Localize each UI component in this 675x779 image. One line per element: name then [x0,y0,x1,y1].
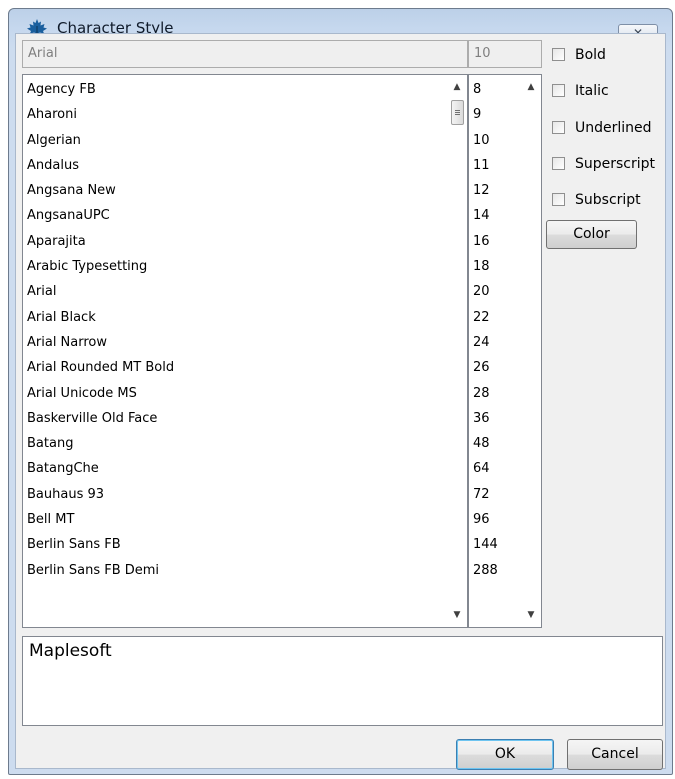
superscript-label: Superscript [575,156,656,172]
font-size-list[interactable]: 8 9 10 11 12 14 16 18 20 22 24 26 28 36 48 64 72 96 144 288… [468,74,542,628]
superscript-checkbox[interactable] [552,157,565,170]
font-size-field[interactable]: 10 [468,40,542,68]
list-item[interactable]: 8 [471,77,519,102]
underlined-label: Underlined [575,120,652,136]
bold-label: Bold [575,47,606,63]
italic-checkbox[interactable] [552,84,565,97]
cancel-button[interactable]: Cancel [567,739,663,770]
list-item[interactable]: 12 [471,178,519,203]
list-item[interactable]: 10 [471,128,519,153]
preview-area[interactable]: Maplesoft [22,636,663,726]
list-item[interactable]: BatangChe [25,456,445,481]
list-item[interactable]: Agency FB [25,77,445,102]
underlined-checkbox[interactable] [552,121,565,134]
list-item[interactable]: 36 [471,406,519,431]
list-item[interactable]: 20 [471,279,519,304]
ok-button[interactable]: OK [456,739,554,770]
font-list[interactable]: Agency FB Aharoni Algerian Andalus Angsana N… [22,74,468,628]
list-item[interactable]: Bauhaus 93 [25,482,445,507]
list-item[interactable]: 64 [471,456,519,481]
font-list-items: Agency FB Aharoni Algerian Andalus Angsana N… [25,77,445,583]
scroll-down-arrow-icon[interactable]: ▼ [522,606,540,624]
list-item[interactable]: 16 [471,229,519,254]
preview-text: Maplesoft [29,641,112,661]
list-item[interactable]: Bell MT [25,507,445,532]
list-item[interactable]: Baskerville Old Face [25,406,445,431]
list-item[interactable]: 24 [471,330,519,355]
list-item[interactable]: Andalus [25,153,445,178]
list-item[interactable]: 96 [471,507,519,532]
list-item[interactable]: Berlin Sans FB [25,532,445,557]
list-item[interactable]: Aparajita [25,229,445,254]
list-item[interactable]: 22 [471,305,519,330]
scrollbar-thumb[interactable] [451,100,464,125]
subscript-checkbox[interactable] [552,193,565,206]
list-item[interactable]: 14 [471,203,519,228]
list-item[interactable]: Arial Rounded MT Bold [25,355,445,380]
list-item[interactable]: 26 [471,355,519,380]
list-item[interactable]: Batang [25,431,445,456]
list-item[interactable]: Aharoni [25,102,445,127]
subscript-label: Subscript [575,192,641,208]
size-list-items: 8 9 10 11 12 14 16 18 20 22 24 26 28 36 48 64 72 96 144 288 [471,77,519,583]
list-item[interactable]: 11 [471,153,519,178]
font-name-field[interactable]: Arial [22,40,468,68]
list-item[interactable]: Angsana New [25,178,445,203]
list-item[interactable]: 48 [471,431,519,456]
scroll-up-arrow-icon[interactable]: ▲ [448,78,466,96]
bold-checkbox[interactable] [552,48,565,61]
list-item[interactable]: AngsanaUPC [25,203,445,228]
list-item[interactable]: Arial [25,279,445,304]
list-item[interactable]: 9 [471,102,519,127]
dialog-body: Arial 10 Agency FB Aharoni Algerian Andalus… [15,33,666,770]
list-item[interactable]: 288 [471,558,519,583]
color-button[interactable]: Color [546,220,637,249]
list-item[interactable]: Algerian [25,128,445,153]
list-item[interactable]: Arabic Typesetting [25,254,445,279]
list-item[interactable]: 72 [471,482,519,507]
scroll-down-arrow-icon[interactable]: ▼ [448,606,466,624]
italic-label: Italic [575,83,609,99]
list-item[interactable]: Arial Narrow [25,330,445,355]
list-item[interactable]: Arial Unicode MS [25,381,445,406]
list-item[interactable]: 144 [471,532,519,557]
font-list-scrollbar[interactable]: ▲ ▼ [448,76,466,626]
scroll-up-arrow-icon[interactable]: ▲ [522,78,540,96]
size-list-scrollbar[interactable]: ▲ ▼ [522,76,540,626]
list-item[interactable]: 18 [471,254,519,279]
list-item[interactable]: Arial Black [25,305,445,330]
list-item[interactable]: Berlin Sans FB Demi [25,558,445,583]
list-item[interactable]: 28 [471,381,519,406]
character-style-dialog: Character Style ✕ Arial 10 Agency FBAhar… [8,8,673,775]
